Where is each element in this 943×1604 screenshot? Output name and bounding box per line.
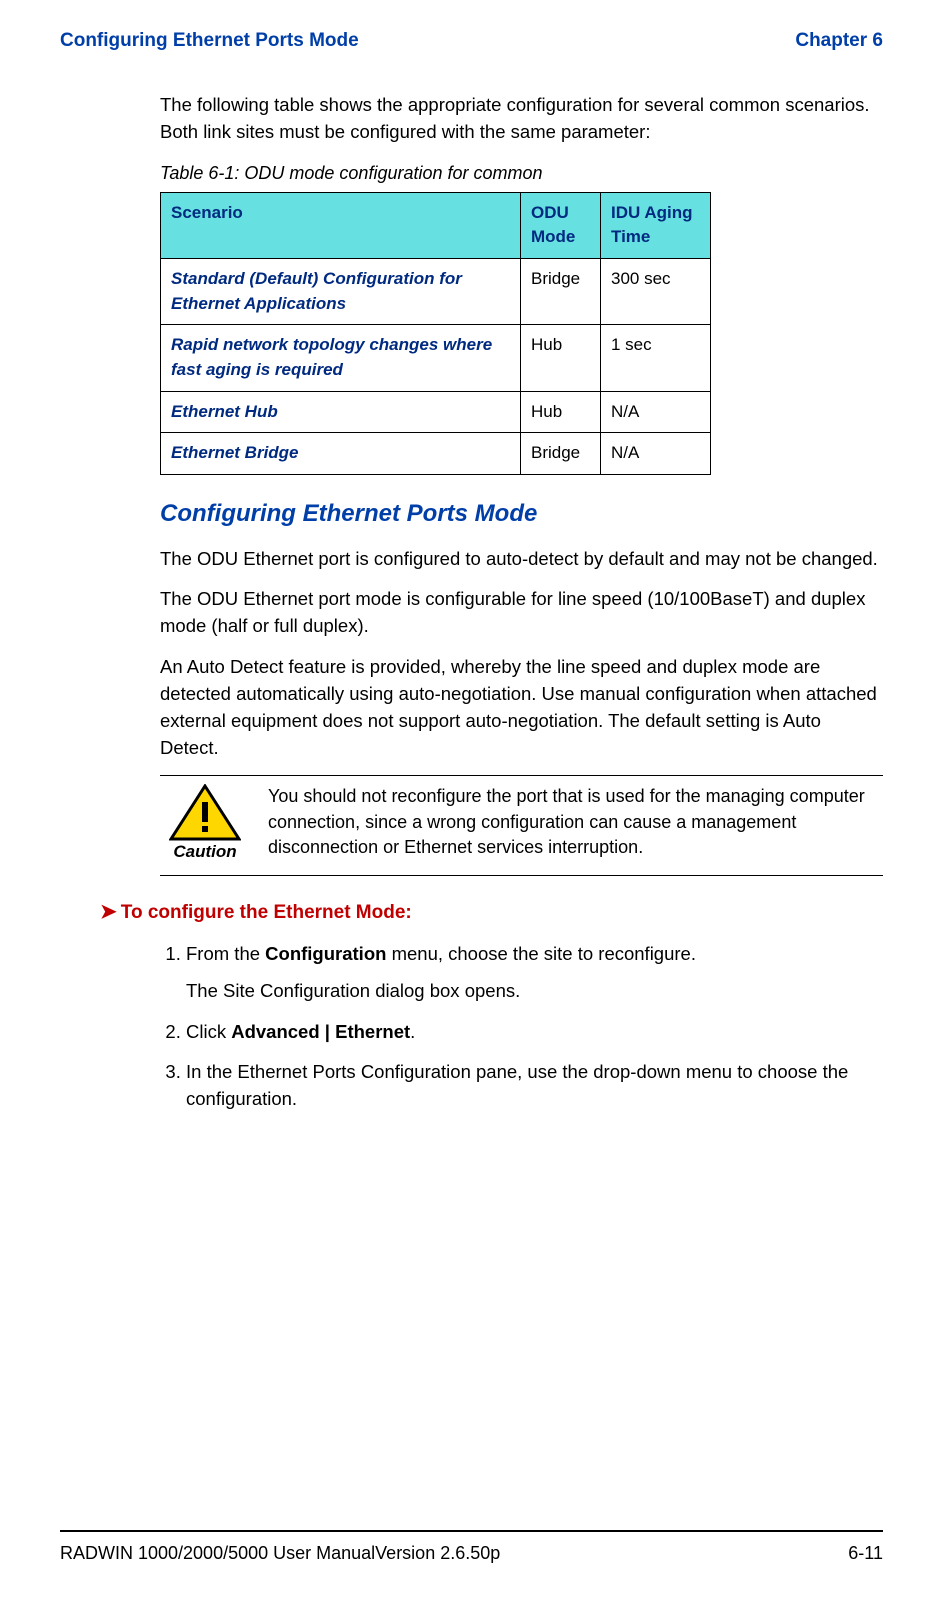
- caution-label: Caution: [160, 840, 250, 865]
- step-bold: Configuration: [265, 943, 386, 964]
- header-section-title: Configuring Ethernet Ports Mode: [60, 30, 359, 52]
- step-text: .: [410, 1021, 415, 1042]
- document-header: Configuring Ethernet Ports Mode Chapter …: [60, 30, 883, 52]
- step-text: menu, choose the site to reconfigure.: [386, 943, 696, 964]
- steps-list: From the Configuration menu, choose the …: [186, 941, 883, 1113]
- footer-page-number: 6-11: [848, 1543, 883, 1564]
- paragraph: The ODU Ethernet port mode is configurab…: [160, 586, 883, 640]
- header-chapter: Chapter 6: [795, 30, 883, 52]
- table-row: Ethernet Bridge Bridge N/A: [161, 433, 711, 475]
- step-text: From the: [186, 943, 265, 964]
- cell-aging: 300 sec: [601, 259, 711, 325]
- col-scenario: Scenario: [161, 192, 521, 258]
- caution-block: Caution You should not reconfigure the p…: [160, 775, 883, 876]
- col-odu-mode: ODU Mode: [521, 192, 601, 258]
- cell-scenario: Ethernet Hub: [161, 391, 521, 433]
- step-1: From the Configuration menu, choose the …: [186, 941, 883, 1005]
- footer-left: RADWIN 1000/2000/5000 User ManualVersion…: [60, 1543, 500, 1564]
- task-heading: ➤To configure the Ethernet Mode:: [100, 898, 883, 927]
- task-title: To configure the Ethernet Mode:: [121, 902, 412, 923]
- cell-scenario: Ethernet Bridge: [161, 433, 521, 475]
- caution-icon-wrap: Caution: [160, 784, 250, 865]
- section-title: Configuring Ethernet Ports Mode: [160, 497, 883, 532]
- table-row: Standard (Default) Configuration for Eth…: [161, 259, 711, 325]
- table-row: Ethernet Hub Hub N/A: [161, 391, 711, 433]
- cell-mode: Hub: [521, 391, 601, 433]
- table-row: Rapid network topology changes where fas…: [161, 325, 711, 391]
- warning-triangle-icon: [169, 784, 241, 842]
- chevron-right-icon: ➤: [100, 901, 117, 923]
- footer-divider: [60, 1530, 883, 1532]
- cell-mode: Hub: [521, 325, 601, 391]
- step-2: Click Advanced | Ethernet.: [186, 1019, 883, 1046]
- cell-mode: Bridge: [521, 259, 601, 325]
- step-3: In the Ethernet Ports Configuration pane…: [186, 1059, 883, 1113]
- odu-mode-table: Scenario ODU Mode IDU Aging Time Standar…: [160, 192, 711, 475]
- paragraph: An Auto Detect feature is provided, wher…: [160, 654, 883, 761]
- cell-scenario: Rapid network topology changes where fas…: [161, 325, 521, 391]
- caution-text: You should not reconfigure the port that…: [268, 784, 883, 860]
- step-result: The Site Configuration dialog box opens.: [186, 978, 883, 1005]
- cell-aging: N/A: [601, 433, 711, 475]
- document-footer: RADWIN 1000/2000/5000 User ManualVersion…: [60, 1543, 883, 1564]
- table-header-row: Scenario ODU Mode IDU Aging Time: [161, 192, 711, 258]
- step-bold: Advanced | Ethernet: [231, 1021, 410, 1042]
- cell-aging: 1 sec: [601, 325, 711, 391]
- table-caption: Table 6-1: ODU mode configuration for co…: [160, 160, 883, 186]
- cell-aging: N/A: [601, 391, 711, 433]
- cell-scenario: Standard (Default) Configuration for Eth…: [161, 259, 521, 325]
- document-body: The following table shows the appropriat…: [160, 92, 883, 1113]
- step-text: Click: [186, 1021, 231, 1042]
- intro-paragraph: The following table shows the appropriat…: [160, 92, 883, 146]
- col-idu-aging: IDU Aging Time: [601, 192, 711, 258]
- cell-mode: Bridge: [521, 433, 601, 475]
- paragraph: The ODU Ethernet port is configured to a…: [160, 546, 883, 573]
